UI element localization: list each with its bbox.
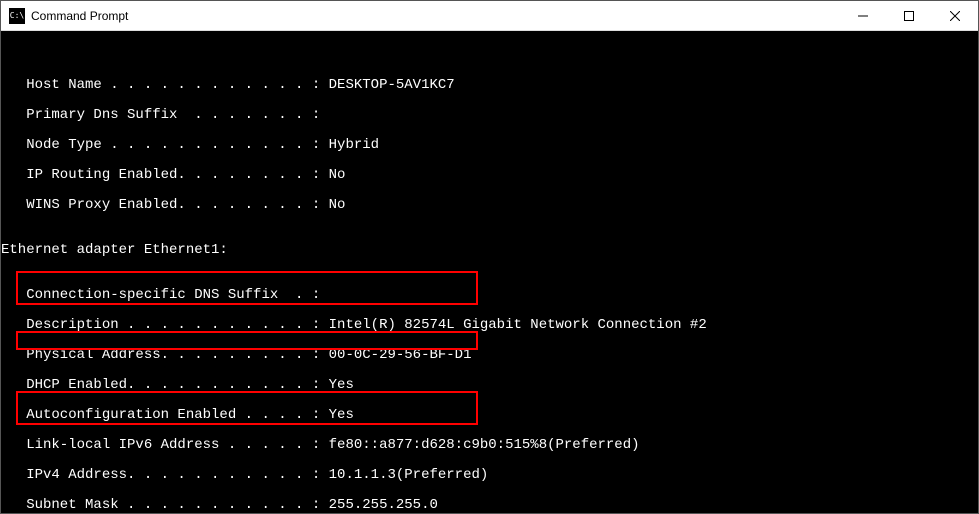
output-line: Primary Dns Suffix . . . . . . . : <box>1 108 978 123</box>
description-value: Intel(R) 82574L Gigabit Network Connecti… <box>329 317 707 333</box>
ip-routing-value: No <box>329 167 346 183</box>
terminal-output[interactable]: Host Name . . . . . . . . . . . . : DESK… <box>1 31 978 513</box>
command-prompt-window: C:\ Command Prompt Host Name . . . . . .… <box>0 0 979 514</box>
minimize-button[interactable] <box>840 1 886 30</box>
output-line: Host Name . . . . . . . . . . . . : DESK… <box>1 78 978 93</box>
link-local-ipv6-value: fe80::a877:d628:c9b0:515%8(Preferred) <box>329 437 640 453</box>
output-line: IP Routing Enabled. . . . . . . . : No <box>1 168 978 183</box>
output-line: Node Type . . . . . . . . . . . . : Hybr… <box>1 138 978 153</box>
output-line: Link-local IPv6 Address . . . . . : fe80… <box>1 438 978 453</box>
autoconfig-value: Yes <box>329 407 354 423</box>
output-line: WINS Proxy Enabled. . . . . . . . : No <box>1 198 978 213</box>
output-line: Autoconfiguration Enabled . . . . : Yes <box>1 408 978 423</box>
output-line: Connection-specific DNS Suffix . : <box>1 288 978 303</box>
node-type-value: Hybrid <box>329 137 379 153</box>
output-line: IPv4 Address. . . . . . . . . . . : 10.1… <box>1 468 978 483</box>
window-title: Command Prompt <box>31 9 840 23</box>
subnet-mask-value: 255.255.255.0 <box>329 497 438 513</box>
titlebar: C:\ Command Prompt <box>1 1 978 31</box>
physical-address-value: 00-0C-29-56-BF-D1 <box>329 347 472 363</box>
close-button[interactable] <box>932 1 978 30</box>
maximize-button[interactable] <box>886 1 932 30</box>
titlebar-buttons <box>840 1 978 30</box>
output-line: DHCP Enabled. . . . . . . . . . . : Yes <box>1 378 978 393</box>
output-line: Physical Address. . . . . . . . . : 00-0… <box>1 348 978 363</box>
dhcp-enabled-value: Yes <box>329 377 354 393</box>
terminal-content: Host Name . . . . . . . . . . . . : DESK… <box>1 63 978 513</box>
output-line: Description . . . . . . . . . . . : Inte… <box>1 318 978 333</box>
wins-proxy-value: No <box>329 197 346 213</box>
ipv4-address-value: 10.1.1.3(Preferred) <box>329 467 489 483</box>
cmd-icon: C:\ <box>9 8 25 24</box>
adapter1-header: Ethernet adapter Ethernet1: <box>1 243 978 258</box>
host-name-value: DESKTOP-5AV1KC7 <box>329 77 455 93</box>
output-line: Subnet Mask . . . . . . . . . . . : 255.… <box>1 498 978 513</box>
